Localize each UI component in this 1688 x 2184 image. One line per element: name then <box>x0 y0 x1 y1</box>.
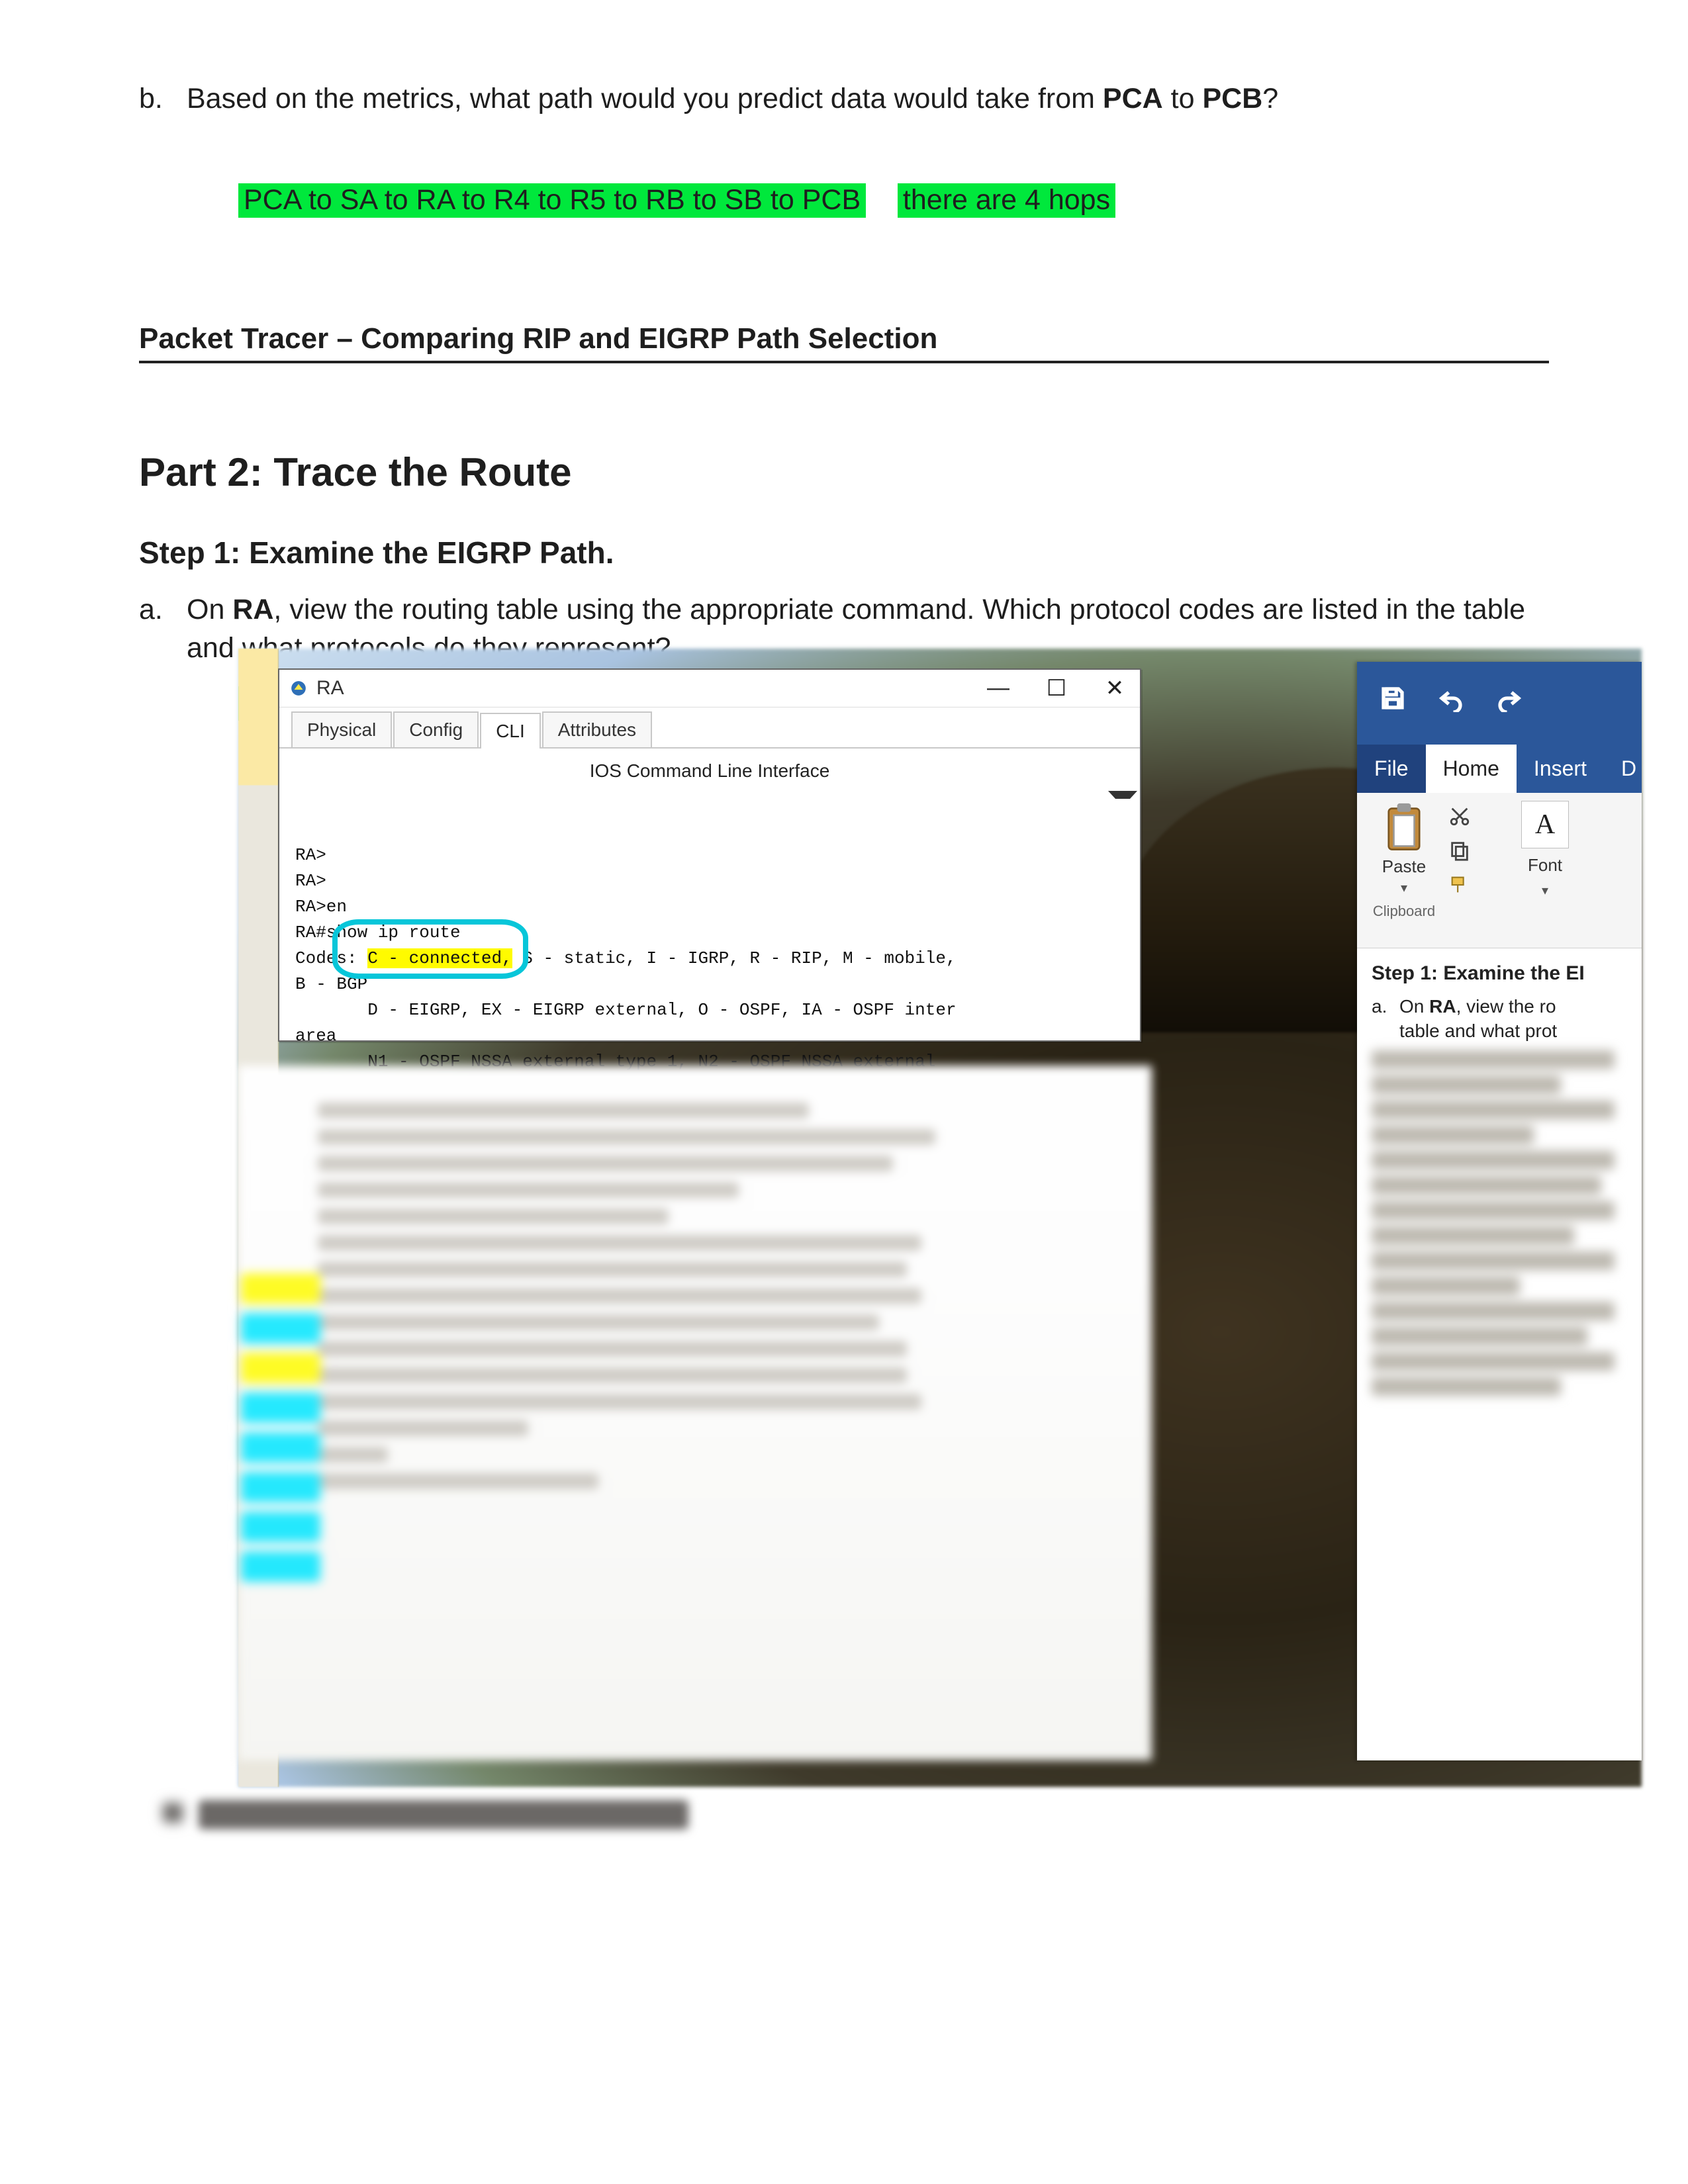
cut-icon[interactable] <box>1448 805 1471 827</box>
copy-icon[interactable] <box>1448 839 1471 862</box>
pca-label: PCA <box>1103 83 1163 114</box>
word-doc-a-line1: On RA, view the ro <box>1399 994 1557 1019</box>
tab-physical[interactable]: Physical <box>291 711 392 747</box>
cli-line-5c: S - static, I - IGRP, R - RIP, M - mobil… <box>512 948 957 968</box>
cli-line-7c: EX - EIGRP external, O - OSPF, IA - OSPF… <box>471 1000 956 1020</box>
cli-c-connected-highlight: C - connected, <box>367 948 512 968</box>
blurred-routes-panel <box>238 1066 1152 1760</box>
blurred-route-badges <box>241 1264 353 1591</box>
cli-line-3: RA>en <box>295 897 347 917</box>
ra-window: RA — ☐ ✕ Physical Config CLI Attributes … <box>278 668 1141 1042</box>
minimize-button[interactable]: — <box>984 675 1013 702</box>
word-doc-blurred-lines <box>1372 1050 1642 1396</box>
question-b-body: Based on the metrics, what path would yo… <box>187 79 1549 118</box>
tab-file[interactable]: File <box>1357 745 1426 793</box>
word-ribbon-body: Paste ▾ Clipboard <box>1357 793 1642 948</box>
redo-icon[interactable] <box>1493 682 1525 714</box>
cut-copy-format-column <box>1448 805 1471 896</box>
cli-line-4: RA#show ip route <box>295 923 461 942</box>
undo-icon[interactable] <box>1435 682 1467 714</box>
packet-tracer-icon <box>290 680 307 697</box>
step1-a-prefix: On <box>187 594 232 625</box>
list-letter-b: b. <box>139 79 187 118</box>
cli-line-7a <box>295 1000 367 1020</box>
answer-b-path: PCA to SA to RA to R4 to R5 to RB to SB … <box>238 183 866 218</box>
tab-config[interactable]: Config <box>393 711 479 747</box>
cli-line-5a: Codes: <box>295 948 367 968</box>
word-doc-a-line2: table and what prot <box>1399 1019 1557 1044</box>
cli-line-2: RA> <box>295 871 326 891</box>
question-b-prefix: Based on the metrics, what path would yo… <box>187 83 1103 114</box>
font-label: Font <box>1528 855 1562 876</box>
list-letter-a: a. <box>139 590 187 629</box>
cli-line-1: RA> <box>295 845 326 865</box>
paste-group: Paste ▾ Clipboard <box>1368 801 1440 920</box>
question-b: b. Based on the metrics, what path would… <box>139 79 1549 118</box>
page: b. Based on the metrics, what path would… <box>0 0 1688 2184</box>
ra-tabs: Physical Config CLI Attributes <box>279 711 1140 749</box>
word-ribbon-tabs: File Home Insert D <box>1357 735 1642 793</box>
paste-label[interactable]: Paste <box>1382 856 1427 877</box>
titlebar: RA — ☐ ✕ <box>279 670 1140 707</box>
section-title: Packet Tracer – Comparing RIP and EIGRP … <box>139 322 1549 363</box>
tab-home[interactable]: Home <box>1426 745 1517 793</box>
embedded-screenshot: RA — ☐ ✕ Physical Config CLI Attributes … <box>238 649 1642 1787</box>
cli-d-eigrp-highlight: D - EIGRP, <box>367 1000 471 1020</box>
word-quick-access <box>1357 662 1642 735</box>
word-doc-a-letter: a. <box>1372 994 1391 1044</box>
step1-heading: Step 1: Examine the EIGRP Path. <box>139 535 1549 570</box>
ra-label: RA <box>232 594 273 625</box>
clipboard-label: Clipboard <box>1373 903 1435 920</box>
cli-title: IOS Command Line Interface <box>279 749 1140 788</box>
font-group: A Font ▾ <box>1505 801 1585 899</box>
tab-cut-d[interactable]: D <box>1604 745 1642 793</box>
word-window: File Home Insert D Paste ▾ Clipboard <box>1357 662 1642 1760</box>
paste-icon[interactable] <box>1383 801 1425 854</box>
blurred-bottom-caption <box>199 1800 688 1829</box>
font-a-icon[interactable]: A <box>1521 801 1569 848</box>
word-document-preview: Step 1: Examine the EI a. On RA, view th… <box>1357 948 1642 1737</box>
question-b-mid: to <box>1163 83 1203 114</box>
tab-cli[interactable]: CLI <box>480 713 541 749</box>
cli-line-8: area <box>295 1026 336 1046</box>
pcb-label: PCB <box>1202 83 1262 114</box>
scroll-up-icon[interactable] <box>1108 791 1137 813</box>
question-b-suffix: ? <box>1262 83 1278 114</box>
format-painter-icon[interactable] <box>1448 874 1471 896</box>
document-content: b. Based on the metrics, what path would… <box>139 79 1549 719</box>
ra-window-title: RA <box>316 677 344 700</box>
part2-heading: Part 2: Trace the Route <box>139 449 1549 495</box>
font-dropdown-icon[interactable]: ▾ <box>1542 882 1548 899</box>
cli-line-6: B - BGP <box>295 974 367 994</box>
tab-insert[interactable]: Insert <box>1517 745 1604 793</box>
blurred-text-stack <box>318 1092 1019 1500</box>
close-button[interactable]: ✕ <box>1100 675 1129 702</box>
answer-b-hops: there are 4 hops <box>898 183 1115 218</box>
word-doc-step-heading: Step 1: Examine the EI <box>1372 960 1642 987</box>
answer-b: PCA to SA to RA to R4 to R5 to RB to SB … <box>238 184 1549 216</box>
tab-attributes[interactable]: Attributes <box>542 711 652 747</box>
paste-dropdown-icon[interactable]: ▾ <box>1401 880 1407 896</box>
maximize-button[interactable]: ☐ <box>1042 675 1071 702</box>
save-icon[interactable] <box>1377 682 1409 714</box>
